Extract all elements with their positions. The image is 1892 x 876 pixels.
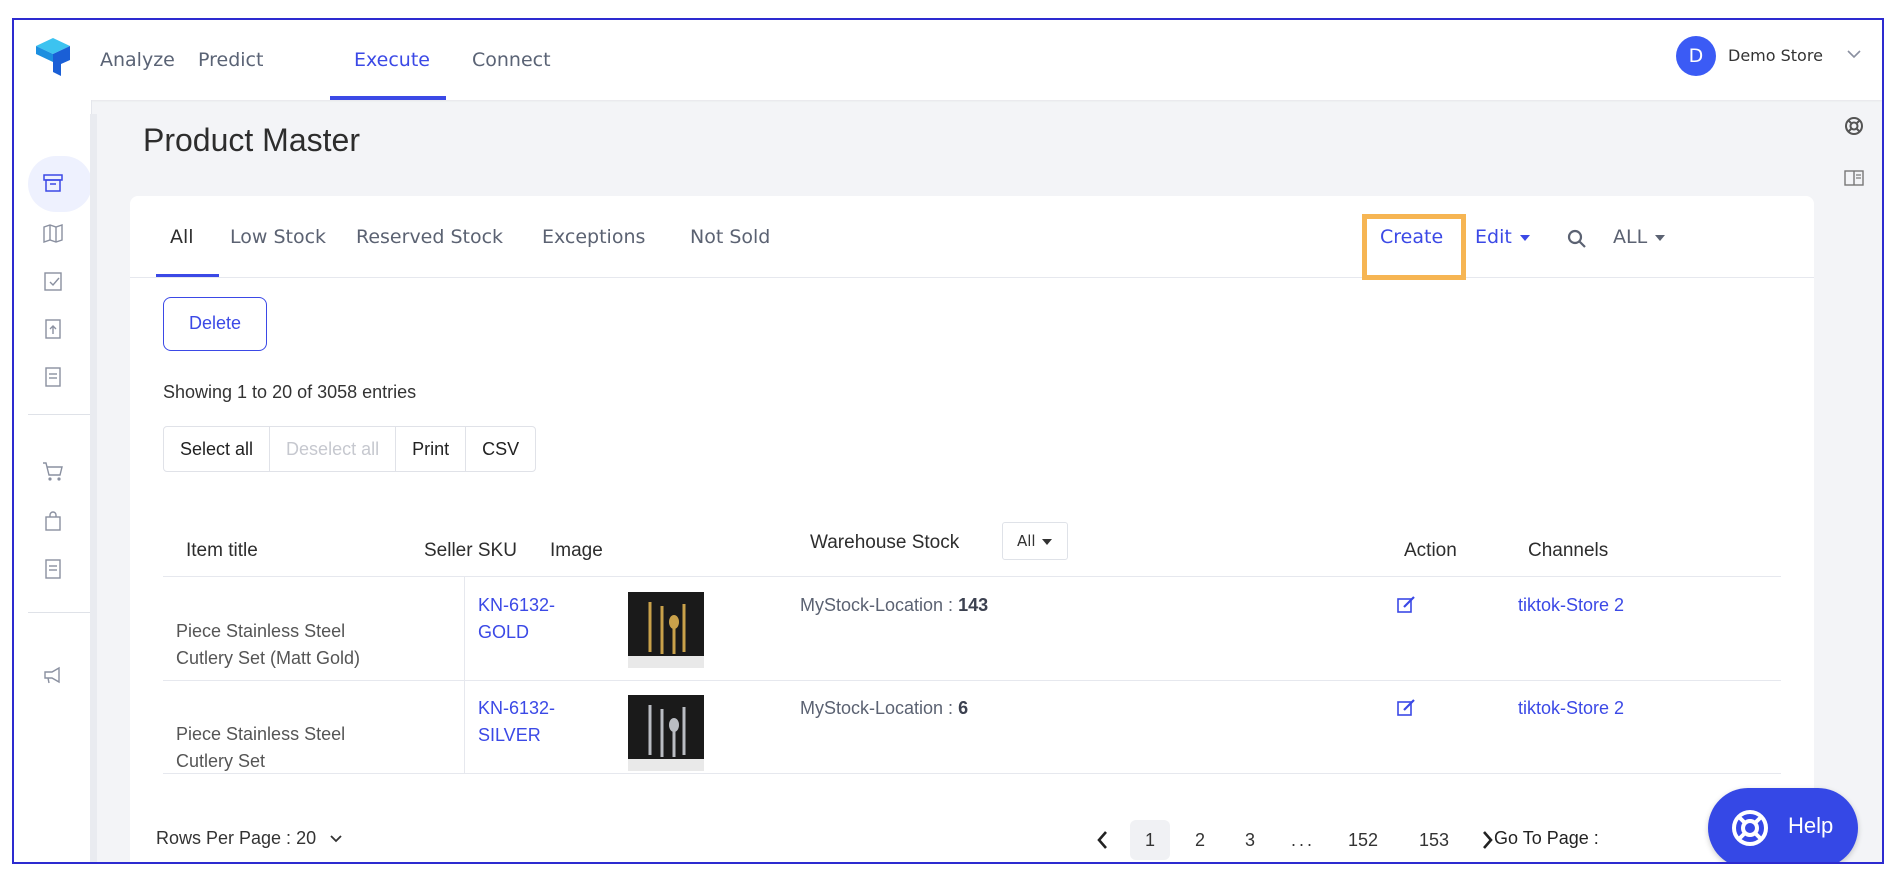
nav-tab-execute[interactable]: Execute bbox=[354, 20, 430, 100]
stock-location-label: MyStock-Location : bbox=[800, 698, 959, 718]
create-button[interactable]: Create bbox=[1380, 226, 1443, 248]
caret-down-icon bbox=[1655, 234, 1666, 241]
column-header-image: Image bbox=[550, 540, 603, 561]
help-label: Help bbox=[1788, 813, 1834, 838]
lifebuoy-icon[interactable] bbox=[1842, 114, 1866, 138]
item-title: Piece Stainless Steel Cutlery Set (Matt … bbox=[176, 621, 361, 668]
subtab-not-sold[interactable]: Not Sold bbox=[690, 226, 770, 248]
seller-sku-link[interactable]: KN-6132-SILVER bbox=[478, 695, 588, 749]
sidebar-divider bbox=[28, 414, 90, 415]
seller-sku-link[interactable]: KN-6132-GOLD bbox=[478, 592, 588, 646]
column-header-seller-sku[interactable]: Seller SKU bbox=[424, 540, 517, 562]
subtab-low-stock[interactable]: Low Stock bbox=[230, 226, 326, 248]
table-actions-group: Select all Deselect all Print CSV bbox=[163, 426, 537, 472]
column-header-channels[interactable]: Channels bbox=[1528, 540, 1608, 562]
all-filter-dropdown[interactable]: ALL bbox=[1613, 226, 1666, 248]
table-row-divider bbox=[163, 680, 1781, 681]
cutlery-silver-icon bbox=[628, 695, 704, 771]
sidebar-scrollbar[interactable] bbox=[90, 114, 97, 862]
csv-button[interactable]: CSV bbox=[466, 427, 535, 471]
stock-quantity: 143 bbox=[958, 595, 989, 615]
nav-tab-connect[interactable]: Connect bbox=[472, 20, 551, 100]
rows-per-page-value: 20 bbox=[296, 828, 317, 848]
subtab-reserved-stock[interactable]: Reserved Stock bbox=[356, 226, 503, 248]
edit-icon[interactable] bbox=[1396, 595, 1416, 615]
warehouse-filter-value: All bbox=[1017, 532, 1036, 550]
chevron-down-icon bbox=[330, 835, 342, 843]
column-header-action: Action bbox=[1404, 540, 1457, 561]
map-icon[interactable] bbox=[40, 220, 66, 246]
cutlery-gold-icon bbox=[628, 592, 704, 668]
page-button[interactable]: 2 bbox=[1182, 820, 1218, 860]
chevron-left-icon[interactable] bbox=[1088, 828, 1118, 852]
stock-location-label: MyStock-Location : bbox=[800, 595, 959, 615]
warehouse-stock-filter[interactable]: All bbox=[1002, 522, 1068, 560]
shopping-bag-icon[interactable] bbox=[40, 508, 66, 534]
chevron-down-icon[interactable] bbox=[1844, 44, 1864, 64]
book-open-icon[interactable] bbox=[1842, 166, 1866, 190]
lifebuoy-icon bbox=[1732, 810, 1768, 846]
warehouse-stock-value: MyStock-Location : 143 bbox=[800, 592, 988, 619]
edit-icon[interactable] bbox=[1396, 698, 1416, 718]
caret-down-icon bbox=[1041, 538, 1052, 545]
search-icon[interactable] bbox=[1566, 228, 1588, 250]
user-avatar[interactable]: D bbox=[1676, 36, 1716, 76]
product-image[interactable] bbox=[628, 592, 704, 668]
nav-tab-predict[interactable]: Predict bbox=[198, 20, 263, 100]
go-to-page-label: Go To Page : bbox=[1494, 828, 1599, 848]
left-sidebar bbox=[14, 100, 92, 862]
active-tab-indicator bbox=[330, 96, 446, 100]
page-button[interactable]: 153 bbox=[1408, 820, 1460, 860]
nav-tab-analyze[interactable]: Analyze bbox=[100, 20, 175, 100]
stock-quantity: 6 bbox=[958, 698, 969, 718]
channel-link[interactable]: tiktok-Store 2 bbox=[1518, 592, 1624, 619]
print-button[interactable]: Print bbox=[396, 427, 467, 471]
document-list-icon[interactable] bbox=[40, 364, 66, 390]
archive-box-icon[interactable] bbox=[40, 170, 66, 196]
sidebar-divider bbox=[28, 612, 90, 613]
all-filter-label: ALL bbox=[1613, 226, 1648, 248]
table-column-divider bbox=[464, 681, 465, 773]
page-ellipsis: ... bbox=[1290, 830, 1315, 850]
table-row-divider bbox=[163, 576, 1781, 577]
product-image[interactable] bbox=[628, 695, 704, 771]
page-button[interactable]: 1 bbox=[1130, 820, 1170, 860]
rows-per-page-label: Rows Per Page : bbox=[156, 828, 292, 848]
megaphone-icon[interactable] bbox=[40, 662, 66, 688]
select-all-button[interactable]: Select all bbox=[164, 427, 271, 471]
product-table-card: All Low Stock Reserved Stock Exceptions … bbox=[130, 196, 1814, 862]
shopping-cart-icon[interactable] bbox=[40, 458, 66, 484]
subtab-all[interactable]: All bbox=[170, 226, 194, 248]
page-button[interactable]: 3 bbox=[1232, 820, 1268, 860]
channel-link[interactable]: tiktok-Store 2 bbox=[1518, 695, 1624, 722]
caret-down-icon bbox=[1519, 234, 1530, 241]
page-title: Product Master bbox=[143, 122, 360, 158]
report-icon[interactable] bbox=[40, 556, 66, 582]
subtab-exceptions[interactable]: Exceptions bbox=[542, 226, 645, 248]
item-title: Piece Stainless Steel Cutlery Set bbox=[176, 724, 346, 771]
table-column-divider bbox=[464, 577, 465, 680]
table-row-divider bbox=[163, 773, 1781, 774]
rows-per-page[interactable]: Rows Per Page : 20 bbox=[156, 828, 343, 849]
edit-label: Edit bbox=[1475, 226, 1512, 248]
column-header-warehouse-stock[interactable]: Warehouse Stock bbox=[810, 532, 959, 554]
entries-count: Showing 1 to 20 of 3058 entries bbox=[163, 382, 417, 402]
page-button[interactable]: 152 bbox=[1338, 820, 1388, 860]
subtab-divider bbox=[130, 277, 1814, 278]
app-window: Analyze Predict Execute Connect D Demo S… bbox=[12, 18, 1884, 864]
warehouse-stock-value: MyStock-Location : 6 bbox=[800, 695, 968, 722]
store-name[interactable]: Demo Store bbox=[1728, 46, 1823, 65]
top-nav: Analyze Predict Execute Connect D Demo S… bbox=[14, 20, 1882, 100]
app-logo-icon[interactable] bbox=[32, 34, 74, 78]
checklist-icon[interactable] bbox=[40, 268, 66, 294]
help-button[interactable]: Help bbox=[1708, 788, 1858, 862]
deselect-all-button[interactable]: Deselect all bbox=[270, 427, 397, 471]
file-upload-icon[interactable] bbox=[40, 316, 66, 342]
delete-button[interactable]: Delete bbox=[163, 297, 267, 351]
column-header-item-title[interactable]: Item title bbox=[186, 540, 258, 562]
edit-dropdown[interactable]: Edit bbox=[1475, 226, 1530, 248]
